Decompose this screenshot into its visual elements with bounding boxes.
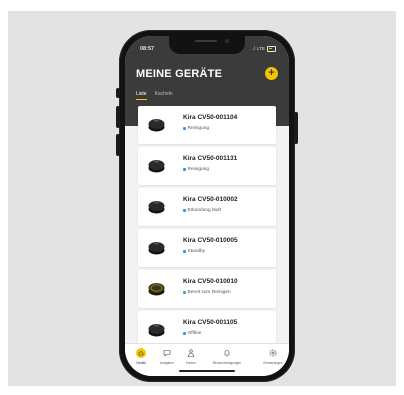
- device-status-text: Reinigung: [187, 126, 210, 131]
- volume-down-button: [116, 134, 120, 156]
- status-dot: [183, 127, 186, 130]
- status-dot: [183, 332, 186, 335]
- nav-label: Benachrichtigungen: [212, 361, 242, 365]
- device-status-text: Standby: [187, 249, 206, 254]
- add-device-button[interactable]: +: [265, 67, 278, 80]
- gear-icon: [269, 349, 277, 357]
- status-dot: [183, 209, 186, 212]
- device-card[interactable]: Kira CV50-010005 Standby: [138, 229, 276, 267]
- device-card[interactable]: Kira CV50-001105 Offline: [138, 311, 276, 346]
- status-icons: ..l LTE: [252, 46, 276, 52]
- bottom-nav: Geräte Aufgaben Karten Benachrichtigunge…: [125, 343, 289, 376]
- nav-item-einstellungen[interactable]: Einstellungen: [257, 348, 289, 365]
- device-card[interactable]: Kira CV50-010010 Bereit zum Reinigen: [138, 270, 276, 308]
- device-status-text: Reinigung: [187, 167, 210, 172]
- device-status-text: Erkundung läuft: [187, 208, 222, 213]
- robot-vacuum-icon: [148, 119, 165, 132]
- robot-vacuum-icon: [148, 324, 165, 337]
- network-label: LTE: [257, 46, 265, 52]
- speaker-grille: [195, 40, 217, 42]
- app-screen: 08:57 ..l LTE MEINE GERÄTE + Liste Kache…: [125, 36, 289, 376]
- signal-icon: ..l: [251, 46, 256, 52]
- device-status-text: Offline: [187, 331, 202, 336]
- notch: [169, 36, 245, 54]
- status-time: 08:57: [140, 46, 155, 52]
- page-title: MEINE GERÄTE: [136, 68, 223, 80]
- device-status: Reinigung: [183, 126, 209, 131]
- device-card[interactable]: Kira CV50-010002 Erkundung läuft: [138, 188, 276, 226]
- device-name: Kira CV50-001105: [183, 319, 238, 326]
- device-name: Kira CV50-010010: [183, 278, 238, 285]
- home-icon: [136, 348, 146, 358]
- map-icon: [187, 349, 195, 357]
- front-camera: [225, 39, 229, 43]
- robot-vacuum-icon: [148, 160, 165, 173]
- power-button: [294, 112, 298, 144]
- device-status: Bereit zum Reinigen: [183, 290, 231, 295]
- device-card[interactable]: Kira CV50-001131 Reinigung: [138, 147, 276, 185]
- view-tabs: Liste Kacheln: [136, 91, 173, 100]
- device-status: Offline: [183, 331, 201, 336]
- tab-liste[interactable]: Liste: [136, 91, 147, 100]
- tab-kacheln[interactable]: Kacheln: [155, 91, 173, 100]
- nav-item-karten[interactable]: Karten: [175, 348, 207, 365]
- bell-icon: [224, 350, 230, 357]
- device-status: Reinigung: [183, 167, 209, 172]
- battery-icon: [267, 46, 276, 52]
- device-status-text: Bereit zum Reinigen: [187, 290, 231, 295]
- mute-switch: [116, 88, 120, 98]
- device-list: Kira CV50-001104 Reinigung Kira CV50-001…: [125, 100, 289, 346]
- home-indicator[interactable]: [179, 370, 235, 372]
- nav-item-benachrichtigungen[interactable]: Benachrichtigungen: [211, 348, 243, 365]
- device-name: Kira CV50-010005: [183, 237, 238, 244]
- chat-icon: [163, 350, 171, 357]
- device-status: Standby: [183, 249, 205, 254]
- robot-vacuum-icon: [148, 283, 165, 296]
- device-name: Kira CV50-001104: [183, 114, 238, 121]
- device-status: Erkundung läuft: [183, 208, 221, 213]
- status-dot: [183, 168, 186, 171]
- nav-label: Einstellungen: [263, 361, 283, 365]
- phone-frame: 08:57 ..l LTE MEINE GERÄTE + Liste Kache…: [116, 30, 298, 382]
- nav-label: Karten: [186, 361, 196, 365]
- robot-vacuum-icon: [148, 242, 165, 255]
- device-name: Kira CV50-001131: [183, 155, 238, 162]
- status-dot: [183, 291, 186, 294]
- status-dot: [183, 250, 186, 253]
- device-name: Kira CV50-010002: [183, 196, 238, 203]
- robot-vacuum-icon: [148, 201, 165, 214]
- volume-up-button: [116, 106, 120, 128]
- device-card[interactable]: Kira CV50-001104 Reinigung: [138, 106, 276, 144]
